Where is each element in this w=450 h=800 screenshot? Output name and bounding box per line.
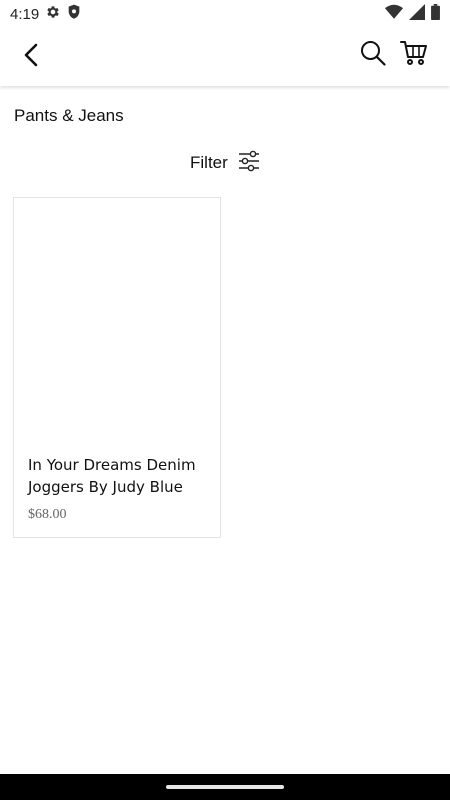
filter-button[interactable]: Filter xyxy=(190,148,260,178)
filter-sliders-icon xyxy=(238,149,260,178)
back-button[interactable] xyxy=(16,42,46,72)
battery-icon xyxy=(431,4,440,24)
status-right xyxy=(385,4,440,24)
product-image[interactable] xyxy=(14,198,220,443)
home-gesture-handle[interactable] xyxy=(166,785,284,789)
back-arrow-icon xyxy=(20,42,42,73)
shield-icon xyxy=(67,4,81,24)
page-title: Pants & Jeans xyxy=(14,106,124,125)
gear-icon xyxy=(45,4,61,24)
wifi-icon xyxy=(385,4,403,24)
app-bar xyxy=(0,28,450,86)
product-price: $68.00 xyxy=(28,507,67,522)
search-icon xyxy=(360,40,386,71)
system-nav-bar xyxy=(0,774,450,800)
status-left: 4:19 xyxy=(10,4,81,24)
cart-icon xyxy=(400,40,428,71)
product-card[interactable]: In Your Dreams Denim Joggers By Judy Blu… xyxy=(13,197,221,538)
signal-icon xyxy=(409,4,425,24)
status-time: 4:19 xyxy=(10,5,40,23)
filter-label: Filter xyxy=(190,153,228,172)
cart-button[interactable] xyxy=(397,38,431,72)
search-button[interactable] xyxy=(357,39,389,71)
status-bar: 4:19 xyxy=(0,0,450,28)
product-name[interactable]: In Your Dreams Denim Joggers By Judy Blu… xyxy=(28,454,210,498)
